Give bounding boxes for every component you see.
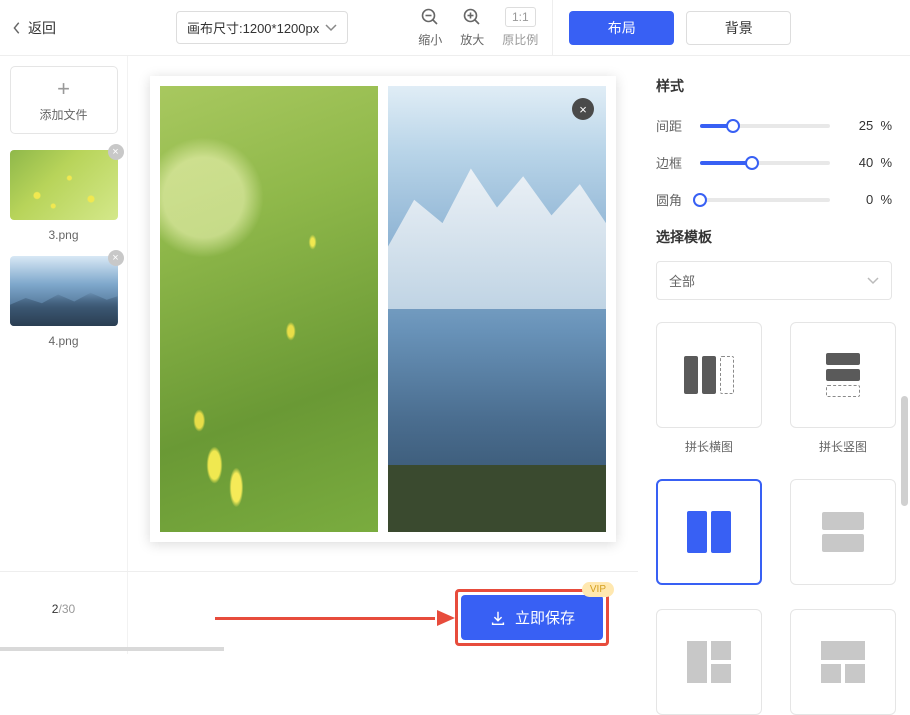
canvas-area: × [128, 56, 638, 654]
page-total: 30 [62, 602, 75, 616]
ratio-label: 原比例 [502, 31, 538, 48]
template-left-stack[interactable] [656, 609, 762, 715]
template-top-stack[interactable] [790, 609, 896, 715]
template-filter-select[interactable]: 全部 [656, 261, 892, 300]
thumbnail-item[interactable]: × 3.png [10, 150, 118, 242]
canvas-size-select[interactable]: 画布尺寸:1200*1200px [176, 11, 348, 44]
border-slider[interactable] [700, 161, 830, 165]
thumbnail-image [10, 256, 118, 326]
spacing-slider[interactable] [700, 124, 830, 128]
spacing-value: 25 % [842, 118, 892, 133]
sidebar-left: + 添加文件 × 3.png × 4.png 2/30 [0, 56, 128, 654]
back-label: 返回 [28, 18, 56, 38]
divider [0, 571, 638, 572]
back-button[interactable]: 返回 [12, 18, 56, 38]
thumbnail-remove-button[interactable]: × [108, 250, 124, 266]
thumbnail-remove-button[interactable]: × [108, 144, 124, 160]
save-button[interactable]: 立即保存 [461, 595, 603, 640]
ratio-display: 1:1 [505, 7, 536, 27]
chevron-down-icon [325, 24, 337, 32]
toolbar-right: 缩小 放大 1:1 原比例 [418, 7, 538, 48]
canvas-size-label: 画布尺寸:1200*1200px [187, 18, 319, 37]
canvas-image-right[interactable] [388, 86, 606, 532]
template-title: 选择模板 [656, 227, 892, 247]
slider-radius: 圆角 0 % [656, 190, 892, 209]
template-vertical-strip[interactable]: 拼长竖图 [790, 322, 896, 455]
slider-thumb[interactable] [745, 156, 759, 170]
style-title: 样式 [656, 76, 892, 96]
panel-right: 样式 间距 25 % 边框 40 % 圆角 0 % [638, 56, 910, 654]
add-file-label: 添加文件 [39, 106, 87, 123]
zoom-out-label: 缩小 [418, 31, 442, 48]
canvas[interactable]: × [150, 76, 616, 542]
scrollbar[interactable] [901, 396, 908, 506]
annotation-arrow [215, 617, 453, 620]
toolbar: 返回 画布尺寸:1200*1200px 缩小 放大 1:1 原比例 布局 背景 [0, 0, 910, 56]
annotation-highlight: VIP 立即保存 [455, 589, 609, 646]
divider [552, 0, 553, 56]
chevron-down-icon [867, 277, 879, 285]
radius-label: 圆角 [656, 190, 688, 209]
download-icon [489, 609, 507, 627]
save-area: VIP 立即保存 [455, 589, 609, 646]
radius-value: 0 % [842, 192, 892, 207]
template-two-row[interactable] [790, 479, 896, 585]
tab-background[interactable]: 背景 [686, 11, 791, 45]
slider-spacing: 间距 25 % [656, 116, 892, 135]
save-button-label: 立即保存 [515, 607, 575, 628]
divider [0, 647, 224, 651]
slider-thumb[interactable] [693, 193, 707, 207]
canvas-close-button[interactable]: × [572, 98, 594, 120]
zoom-in-icon [462, 7, 482, 27]
zoom-in-button[interactable]: 放大 [460, 7, 484, 48]
chevron-left-icon [12, 21, 22, 35]
spacing-label: 间距 [656, 116, 688, 135]
vip-badge: VIP [582, 582, 614, 597]
original-ratio-button[interactable]: 1:1 原比例 [502, 7, 538, 48]
zoom-out-button[interactable]: 缩小 [418, 7, 442, 48]
thumbnail-name: 3.png [10, 228, 118, 242]
border-label: 边框 [656, 153, 688, 172]
thumbnail-name: 4.png [10, 334, 118, 348]
template-grid: 拼长横图 拼长竖图 [656, 322, 892, 715]
main-area: + 添加文件 × 3.png × 4.png 2/30 × 样式 间距 [0, 56, 910, 654]
zoom-in-label: 放大 [460, 31, 484, 48]
page-counter: 2/30 [52, 602, 75, 616]
radius-slider[interactable] [700, 198, 830, 202]
thumbnail-item[interactable]: × 4.png [10, 256, 118, 348]
canvas-image-left[interactable] [160, 86, 378, 532]
select-value: 全部 [669, 271, 695, 290]
template-two-column[interactable] [656, 479, 762, 585]
plus-icon: + [57, 78, 70, 100]
template-label: 拼长竖图 [819, 438, 867, 455]
slider-border: 边框 40 % [656, 153, 892, 172]
zoom-out-icon [420, 7, 440, 27]
add-file-button[interactable]: + 添加文件 [10, 66, 118, 134]
thumbnail-image [10, 150, 118, 220]
template-horizontal-strip[interactable]: 拼长横图 [656, 322, 762, 455]
template-label: 拼长横图 [685, 438, 733, 455]
slider-thumb[interactable] [726, 119, 740, 133]
tab-buttons: 布局 背景 [569, 11, 791, 45]
tab-layout[interactable]: 布局 [569, 11, 674, 45]
border-value: 40 % [842, 155, 892, 170]
